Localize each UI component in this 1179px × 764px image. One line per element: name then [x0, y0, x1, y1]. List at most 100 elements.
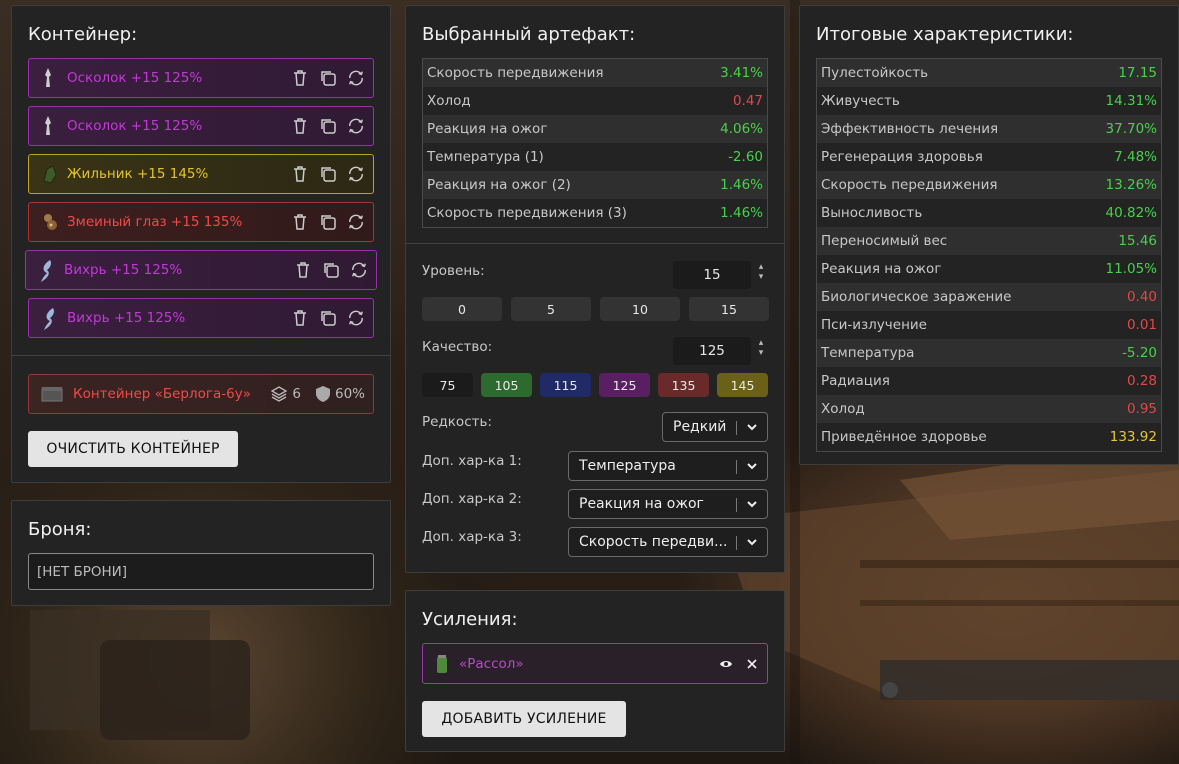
quality-preset-button[interactable]: 105: [481, 373, 532, 397]
trash-icon[interactable]: [294, 261, 312, 279]
stat-name: Живучесть: [821, 93, 900, 109]
trash-icon[interactable]: [291, 117, 309, 135]
quality-preset-button[interactable]: 145: [717, 373, 768, 397]
trash-icon[interactable]: [291, 309, 309, 327]
artifact-panel: Выбранный артефакт: Скорость передвижени…: [405, 5, 785, 573]
stat-name: Температура (1): [427, 149, 544, 165]
stat-name: Радиация: [821, 373, 890, 389]
stat-value: 3.41%: [720, 65, 763, 81]
stat-row: Скорость передвижения 13.26%: [817, 171, 1161, 199]
level-input[interactable]: 15: [673, 261, 751, 289]
level-preset-button[interactable]: 15: [689, 297, 769, 321]
stat-row: Эффективность лечения 37.70%: [817, 115, 1161, 143]
quality-preset-button[interactable]: 125: [599, 373, 650, 397]
container-divider: [12, 355, 390, 356]
container-item-label: Жильник +15 145%: [67, 166, 209, 182]
stat-value: 13.26%: [1105, 177, 1157, 193]
boost-item-label: «Рассол»: [459, 655, 524, 672]
clear-container-button[interactable]: ОЧИСТИТЬ КОНТЕЙНЕР: [28, 431, 238, 467]
stat-name: Скорость передвижения (3): [427, 205, 627, 221]
copy-icon[interactable]: [322, 261, 340, 279]
stat-row: Регенерация здоровья 7.48%: [817, 143, 1161, 171]
copy-icon[interactable]: [319, 165, 337, 183]
level-preset-button[interactable]: 5: [511, 297, 591, 321]
armor-field[interactable]: [НЕТ БРОНИ]: [28, 553, 374, 590]
extra3-value: Скорость передви...: [579, 534, 728, 550]
stat-value: 0.47: [732, 93, 763, 109]
stat-value: 11.05%: [1105, 261, 1157, 277]
quality-label: Качество:: [422, 339, 493, 355]
stat-name: Температура: [821, 345, 915, 361]
rarity-label: Редкость:: [422, 414, 492, 430]
container-item-label: Осколок +15 125%: [67, 70, 203, 86]
stat-row: Биологическое заражение 0.40: [817, 283, 1161, 311]
copy-icon[interactable]: [319, 213, 337, 231]
swap-icon[interactable]: [347, 69, 365, 87]
container-item[interactable]: Вихрь +15 125%: [28, 298, 374, 338]
extra1-select[interactable]: Температура: [568, 451, 768, 481]
trash-icon[interactable]: [291, 165, 309, 183]
stat-name: Пси-излучение: [821, 317, 927, 333]
copy-icon[interactable]: [319, 309, 337, 327]
extra2-select[interactable]: Реакция на ожог: [568, 489, 768, 519]
container-item[interactable]: Вихрь +15 125%: [25, 250, 377, 290]
whirl-icon: [38, 259, 54, 282]
add-boost-button[interactable]: ДОБАВИТЬ УСИЛЕНИЕ: [422, 701, 626, 737]
container-item-label: Вихрь +15 125%: [67, 310, 186, 326]
armor-panel: Броня: [НЕТ БРОНИ]: [11, 500, 391, 606]
stat-value: 15.46: [1118, 233, 1157, 249]
level-stepper[interactable]: ▴ ▾: [756, 262, 766, 282]
stat-row: Пси-излучение 0.01: [817, 311, 1161, 339]
stat-row: Реакция на ожог 11.05%: [817, 255, 1161, 283]
stat-value: 0.95: [1126, 401, 1157, 417]
stat-row: Температура -5.20: [817, 339, 1161, 367]
level-preset-button[interactable]: 10: [600, 297, 680, 321]
copy-icon[interactable]: [319, 69, 337, 87]
stat-row: Реакция на ожог 4.06%: [423, 115, 767, 143]
quality-input[interactable]: 125: [673, 337, 751, 365]
stat-value: 14.31%: [1105, 93, 1157, 109]
boosts-panel: Усиления: «Рассол» ДОБАВИТЬ УСИЛЕНИЕ: [405, 590, 785, 752]
stat-row: Пулестойкость 17.15: [817, 59, 1161, 87]
boost-item[interactable]: «Рассол»: [422, 643, 768, 684]
stat-row: Реакция на ожог (2) 1.46%: [423, 171, 767, 199]
vein-icon: [41, 163, 57, 185]
container-item[interactable]: Жильник +15 145%: [28, 154, 374, 194]
container-item[interactable]: Контейнер «Берлога-6у» 6 60%: [28, 374, 374, 414]
shard-icon: [41, 67, 57, 89]
level-preset-button[interactable]: 0: [422, 297, 502, 321]
copy-icon[interactable]: [319, 117, 337, 135]
swap-icon[interactable]: [350, 261, 368, 279]
extra3-select[interactable]: Скорость передви...: [568, 527, 768, 557]
container-item[interactable]: Осколок +15 125%: [28, 58, 374, 98]
container-item[interactable]: Змеиный глаз +15 135%: [28, 202, 374, 242]
stat-value: 1.46%: [720, 205, 763, 221]
stat-name: Реакция на ожог (2): [427, 177, 571, 193]
armor-title: Броня:: [28, 519, 92, 540]
swap-icon[interactable]: [347, 309, 365, 327]
chevron-down-icon: [743, 495, 761, 513]
stat-name: Приведённое здоровье: [821, 429, 987, 445]
stat-row: Переносимый вес 15.46: [817, 227, 1161, 255]
close-icon[interactable]: [747, 658, 757, 669]
stat-name: Холод: [427, 93, 471, 109]
swap-icon[interactable]: [347, 213, 365, 231]
swap-icon[interactable]: [347, 117, 365, 135]
trash-icon[interactable]: [291, 69, 309, 87]
container-item-label: Контейнер «Берлога-6у»: [73, 386, 251, 402]
totals-panel: Итоговые характеристики: Пулестойкость 17…: [799, 5, 1179, 465]
quality-stepper[interactable]: ▴ ▾: [756, 338, 766, 358]
swap-icon[interactable]: [347, 165, 365, 183]
container-protection: 60%: [334, 386, 365, 402]
container-item[interactable]: Осколок +15 125%: [28, 106, 374, 146]
stat-value: 7.48%: [1114, 149, 1157, 165]
container-title: Контейнер:: [28, 24, 138, 45]
quality-preset-button[interactable]: 115: [540, 373, 591, 397]
trash-icon[interactable]: [291, 213, 309, 231]
stat-row: Живучесть 14.31%: [817, 87, 1161, 115]
eye-icon[interactable]: [719, 659, 733, 669]
quality-preset-button[interactable]: 75: [422, 373, 473, 397]
stat-row: Радиация 0.28: [817, 367, 1161, 395]
quality-preset-button[interactable]: 135: [658, 373, 709, 397]
rarity-select[interactable]: Редкий: [662, 412, 768, 442]
